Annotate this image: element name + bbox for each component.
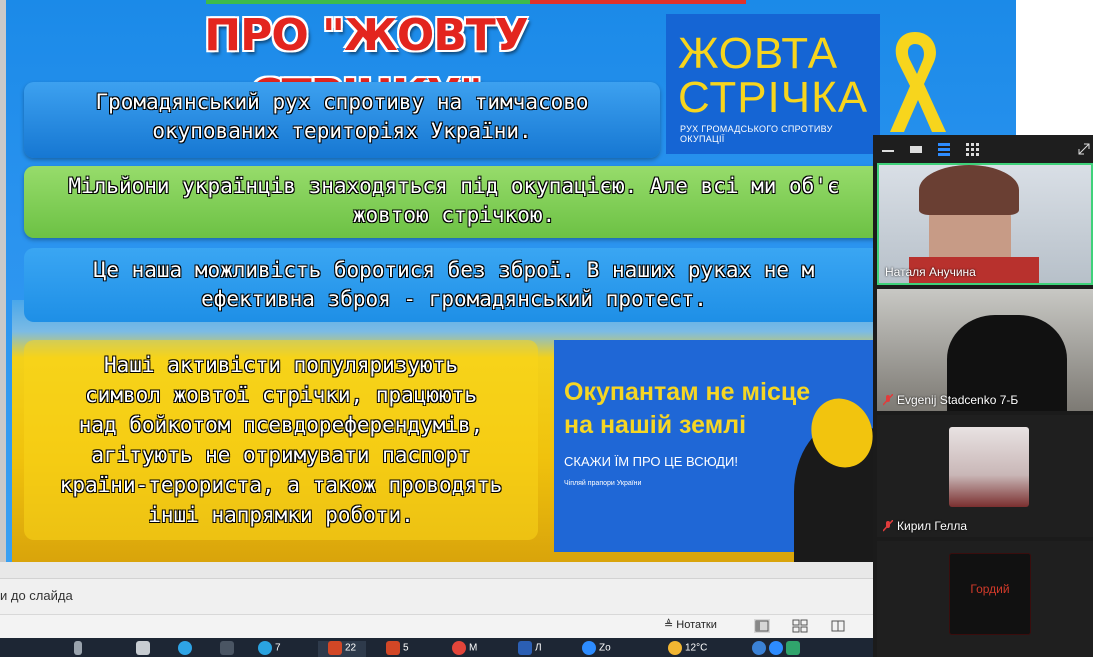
logo-subtitle: РУХ ГРОМАДСЬКОГО СПРОТИВУ ОКУПАЦІЇ [680,124,833,144]
participant-tile-2[interactable]: Evgenij Stadcenko 7-Б [877,289,1093,411]
reading-view-icon[interactable] [830,619,846,633]
participant-tile-4[interactable]: Гордий [877,541,1093,657]
poster-image: Окупантам не місце на нашій землі СКАЖИ … [554,340,894,562]
zoom-video-panel: Наталя Анучина Evgenij Stadcenko 7-Б Кир… [873,135,1093,657]
taskbar-powerpoint-1-count: 22 [345,642,357,654]
notes-pane[interactable]: и до слайда [0,578,873,615]
gallery-view-icon[interactable] [965,142,979,156]
speaker-view-icon[interactable] [937,142,951,156]
poster-headline-line2: на нашій землі [564,411,747,439]
yellow-ribbon-icon [890,32,946,132]
participant-4-avatar: Гордий [949,553,1031,635]
mic-muted-icon [883,394,893,406]
weather-temp: 12°C [685,642,708,654]
info-box-activists: Наші активісти популяризують символ жовт… [24,340,538,540]
telegram-count: 7 [275,642,281,654]
taskbar-powerpoint-1[interactable]: 22 [318,641,367,657]
notes-icon: ≜ [664,619,677,631]
status-bar: ≜ Нотатки [0,614,873,639]
slide-canvas[interactable]: ПРО "ЖОВТУ СТРІЧКУ" ЖОВТА СТРІЧКА РУХ ГР… [6,0,1016,562]
windows-taskbar: 7 22 5 M Л Zo 12°C [0,638,873,657]
taskbar-chrome[interactable]: M [452,641,477,657]
taskbar-widget-icon[interactable] [74,641,85,657]
poster-subline: СКАЖИ ЇМ ПРО ЦЕ ВСЮДИ! [564,454,738,469]
taskbar-powerpoint-2[interactable]: 5 [386,641,409,657]
taskbar-powerpoint-2-count: 5 [403,642,409,654]
info-text-occupation: Мільйони українців знаходяться під окупа… [68,174,840,227]
yellow-ribbon-logo: ЖОВТА СТРІЧКА РУХ ГРОМАДСЬКОГО СПРОТИВУ … [666,14,880,154]
mic-muted-icon [883,520,893,532]
participant-1-hair [919,165,1019,215]
taskbar-chrome-label: M [469,642,478,654]
participant-1-name: Наталя Анучина [885,265,976,279]
logo-line1: ЖОВТА [678,29,839,78]
participant-4-avatar-text: Гордий [970,582,1010,596]
minimize-icon[interactable] [881,144,895,154]
participant-tile-3[interactable]: Кирил Гелла [877,415,1093,537]
taskbar-word-label: Л [535,642,542,654]
info-text-activists: Наші активісти популяризують символ жовт… [59,353,503,527]
slide-sorter-icon[interactable] [792,619,808,633]
notes-button-label: Нотатки [676,619,717,631]
participant-tile-1[interactable]: Наталя Анучина [877,163,1093,285]
participant-3-avatar [949,427,1029,507]
poster-headline-line1: Окупантам не місце [564,378,811,406]
edge-icon[interactable] [178,641,195,657]
poster-headline: Окупантам не місце на нашій землі [564,376,810,442]
notes-button[interactable]: ≜ Нотатки [664,618,717,631]
info-box-occupation: Мільйони українців знаходяться під окупа… [24,166,884,238]
participant-3-label: Кирил Гелла [883,519,967,533]
participant-2-label: Evgenij Stadcenko 7-Б [883,393,1018,407]
info-text-movement: Громадянський рух спротиву на тимчасово … [95,90,589,143]
info-box-movement: Громадянський рух спротиву на тимчасово … [24,82,660,158]
info-box-protest: Це наша можливість боротися без зброї. В… [24,248,884,322]
info-text-protest: Це наша можливість боротися без зброї. В… [93,258,815,311]
taskbar-zoom-label: Zo [599,642,611,654]
expand-icon[interactable] [1077,142,1091,156]
slide-frame-right [1016,0,1093,135]
telegram-icon[interactable]: 7 [258,641,281,657]
taskbar-word[interactable]: Л [518,641,542,657]
weather-widget[interactable]: 12°C [668,641,707,657]
slide-top-stripe [206,0,746,4]
poster-fineprint: Чіпляй прапори України [564,480,642,487]
zoom-view-toolbar [873,135,1093,163]
tray-icons[interactable] [752,641,803,657]
notes-placeholder[interactable]: и до слайда [0,588,73,603]
normal-view-icon[interactable] [754,619,770,633]
window-view-icon[interactable] [909,144,923,154]
participant-2-name: Evgenij Stadcenko 7-Б [897,393,1019,407]
task-view-icon[interactable] [136,641,153,657]
calculator-icon[interactable] [220,641,237,657]
taskbar-zoom[interactable]: Zo [582,641,611,657]
participant-3-name: Кирил Гелла [897,519,968,533]
logo-line2: СТРІЧКА [678,73,869,122]
